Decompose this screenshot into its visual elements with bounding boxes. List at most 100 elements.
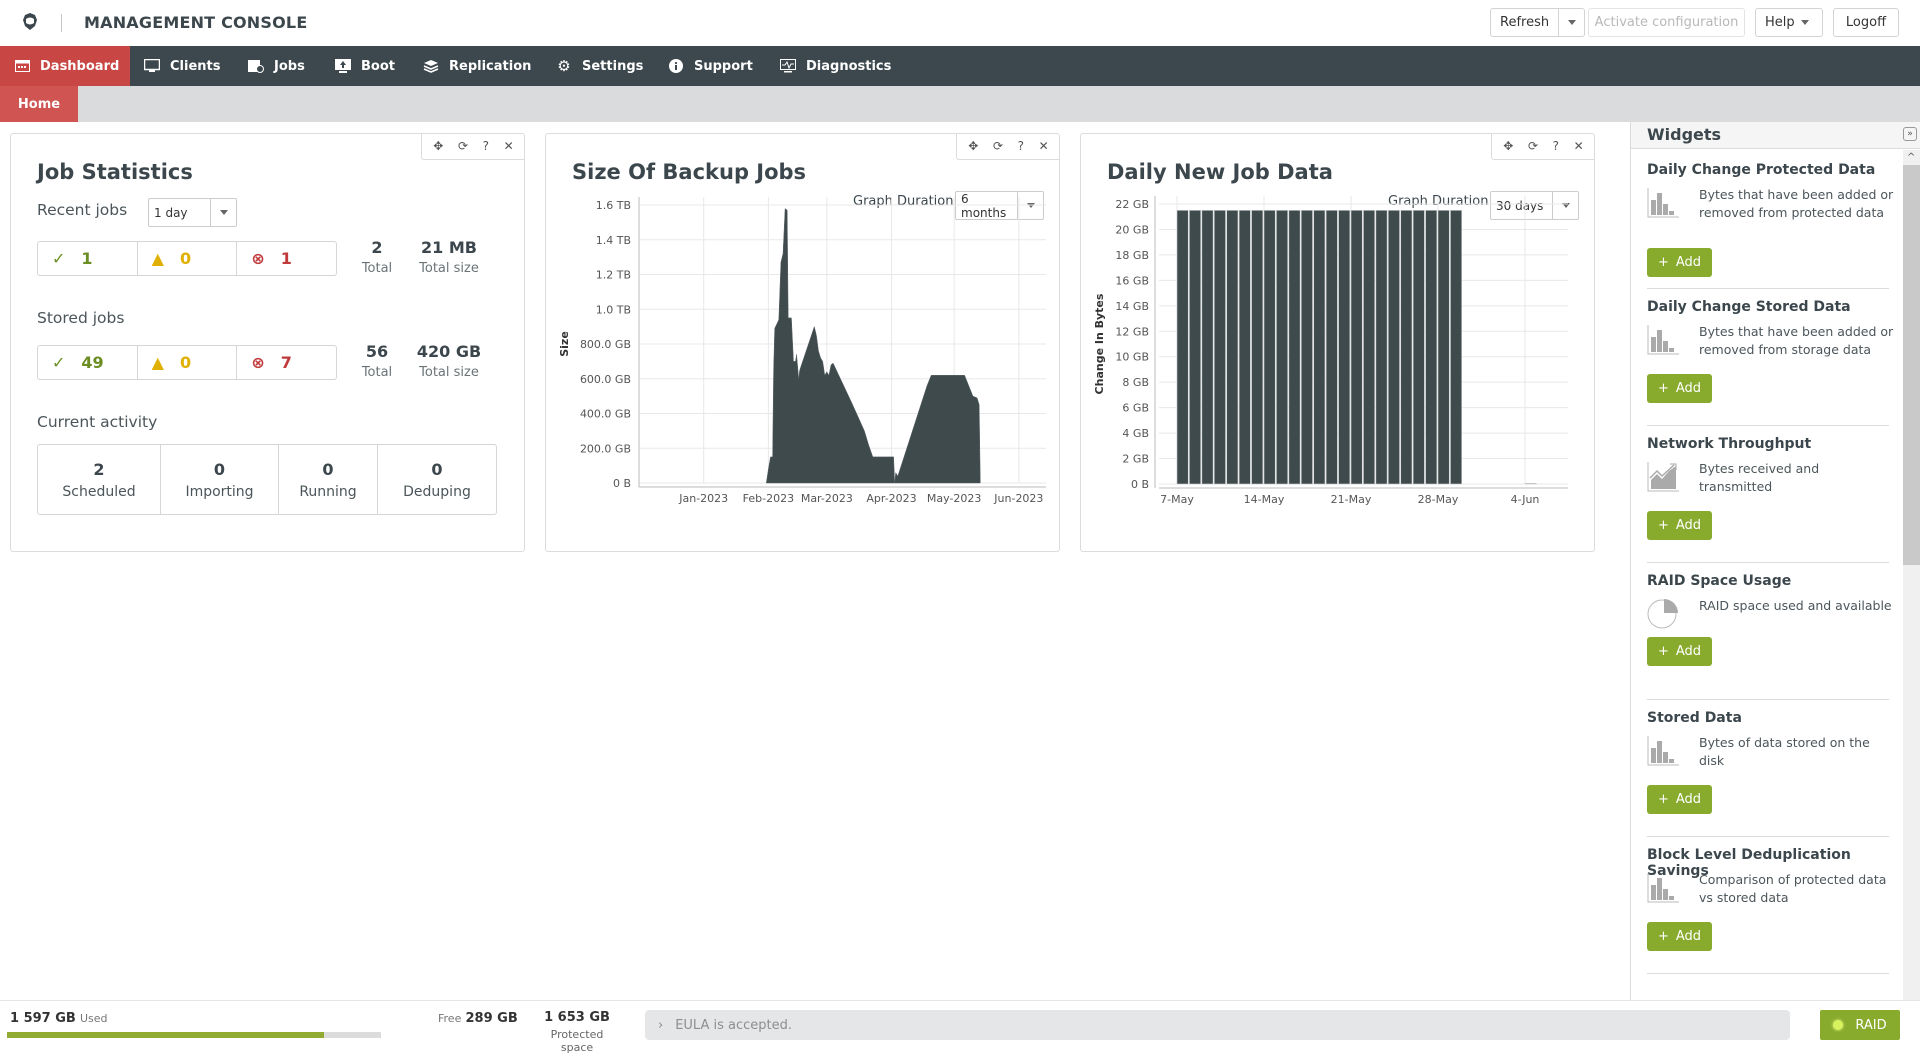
y-tick-label: 0 B xyxy=(1131,478,1149,491)
x-tick-label: Feb-2023 xyxy=(743,492,794,505)
nav-jobs[interactable]: Jobs xyxy=(234,46,305,86)
top-header: MANAGEMENT CONSOLE Refresh Activate conf… xyxy=(0,0,1920,46)
current-activity-box: 2 Scheduled 0 Importing 0 Running 0 Deduping xyxy=(37,444,497,515)
collapse-sidebar-button[interactable]: » xyxy=(1903,127,1917,141)
plus-icon: + xyxy=(1657,929,1669,944)
bar xyxy=(1238,210,1251,485)
bar xyxy=(1288,210,1301,485)
add-widget-button[interactable]: + Add xyxy=(1647,637,1712,666)
nav-label: Settings xyxy=(582,58,644,74)
nav-clients[interactable]: Clients xyxy=(130,46,220,86)
widgets-header: Widgets » xyxy=(1631,122,1920,149)
y-tick-label: 12 GB xyxy=(1115,325,1149,338)
recent-success-count[interactable]: ✓ 1 xyxy=(38,242,138,275)
move-icon[interactable]: ✥ xyxy=(433,139,443,153)
refresh-button[interactable]: Refresh xyxy=(1490,8,1586,37)
widget-description: Bytes that have been added or removed fr… xyxy=(1699,187,1894,220)
area-series xyxy=(766,207,981,484)
nav-label: Support xyxy=(694,58,753,74)
y-tick-label: 2 GB xyxy=(1122,453,1149,466)
help-button[interactable]: Help xyxy=(1755,8,1823,37)
y-tick-label: 600.0 GB xyxy=(580,373,631,386)
plus-icon: + xyxy=(1657,644,1669,659)
nav-boot[interactable]: Boot xyxy=(321,46,395,86)
nav-label: Diagnostics xyxy=(806,58,892,74)
bar xyxy=(1524,483,1537,485)
bar-chart-icon xyxy=(1647,323,1679,355)
raid-status-indicator-icon xyxy=(1833,1020,1844,1030)
divider xyxy=(1647,425,1889,426)
recent-error-count[interactable]: ⊗ 1 xyxy=(237,242,336,275)
bar xyxy=(1425,210,1438,485)
check-icon: ✓ xyxy=(52,249,66,268)
divider xyxy=(1647,562,1889,563)
y-tick-label: 8 GB xyxy=(1122,376,1149,389)
nav-settings[interactable]: ⚙ Settings xyxy=(542,46,643,86)
recent-period-value: 1 day xyxy=(154,205,188,220)
add-widget-button[interactable]: + Add xyxy=(1647,922,1712,951)
widget-name: Stored Data xyxy=(1647,710,1742,726)
recent-jobs-status: ✓ 1 ▲ 0 ⊗ 1 xyxy=(37,241,337,276)
nav-diagnostics[interactable]: Diagnostics xyxy=(766,46,891,86)
nav-label: Jobs xyxy=(274,58,305,74)
y-tick-label: 1.2 TB xyxy=(596,269,631,282)
status-message-bar[interactable]: › EULA is accepted. xyxy=(645,1010,1790,1040)
recent-total-size: 21 MB Total size xyxy=(419,238,479,276)
recent-period-select[interactable]: 1 day xyxy=(148,198,237,227)
raid-label: RAID xyxy=(1855,1017,1887,1033)
stored-success-count[interactable]: ✓ 49 xyxy=(38,346,138,379)
nav-replication[interactable]: Replication xyxy=(409,46,531,86)
add-widget-button[interactable]: + Add xyxy=(1647,374,1712,403)
bar xyxy=(1437,210,1450,485)
add-widget-button[interactable]: + Add xyxy=(1647,785,1712,814)
widget-item: Daily Change Stored Data Bytes that have … xyxy=(1647,299,1893,426)
bar xyxy=(1388,210,1400,485)
y-tick-label: 22 GB xyxy=(1115,198,1149,211)
recent-warning-count[interactable]: ▲ 0 xyxy=(138,242,238,275)
scrollbar-thumb[interactable] xyxy=(1903,165,1920,565)
info-icon xyxy=(668,59,684,73)
nav-support[interactable]: Support xyxy=(654,46,753,86)
y-tick-label: 18 GB xyxy=(1115,249,1149,262)
check-icon: ✓ xyxy=(52,353,66,372)
bar xyxy=(1189,210,1201,485)
widgets-scrollbar[interactable]: ^ xyxy=(1903,150,1920,1000)
add-widget-button[interactable]: + Add xyxy=(1647,511,1712,540)
nav-label: Dashboard xyxy=(40,58,120,74)
help-icon[interactable]: ? xyxy=(483,139,489,153)
refresh-label[interactable]: Refresh xyxy=(1491,15,1558,30)
tab-home[interactable]: Home xyxy=(0,86,78,122)
add-widget-button[interactable]: + Add xyxy=(1647,248,1712,277)
bar xyxy=(1263,210,1276,485)
logoff-button[interactable]: Logoff xyxy=(1833,8,1899,37)
bar xyxy=(1350,210,1363,485)
widget-item: Daily Change Protected Data Bytes that ha… xyxy=(1647,162,1893,289)
refresh-icon[interactable]: ⟳ xyxy=(458,139,468,153)
stored-error-count[interactable]: ⊗ 7 xyxy=(237,346,336,379)
activity-importing: 0 Importing xyxy=(161,445,279,514)
raid-status-button[interactable]: RAID xyxy=(1820,1010,1900,1040)
widget-item: Stored Data Bytes of data stored on the d… xyxy=(1647,710,1889,837)
nav-label: Replication xyxy=(449,58,532,74)
chevron-down-icon xyxy=(219,210,228,215)
nav-dashboard[interactable]: Dashboard xyxy=(0,46,130,86)
y-tick-label: 400.0 GB xyxy=(580,408,631,421)
bar xyxy=(1276,210,1288,485)
bar xyxy=(1450,210,1462,485)
chevron-right-icon: › xyxy=(658,1017,664,1033)
close-icon[interactable]: ✕ xyxy=(504,139,514,153)
stored-total: 56 Total xyxy=(361,342,393,380)
x-tick-label: Mar-2023 xyxy=(801,492,853,505)
refresh-dropdown-toggle[interactable] xyxy=(1558,9,1584,36)
activity-running: 0 Running xyxy=(279,445,378,514)
activate-configuration-button[interactable]: Activate configuration xyxy=(1588,8,1745,37)
plus-icon: + xyxy=(1657,518,1669,533)
nav-label: Clients xyxy=(170,58,221,74)
warning-icon: ▲ xyxy=(151,353,164,372)
scroll-up-icon[interactable]: ^ xyxy=(1907,152,1915,163)
y-tick-label: 0 B xyxy=(613,477,631,490)
bar-chart-icon xyxy=(1647,186,1679,218)
stored-warning-count[interactable]: ▲ 0 xyxy=(138,346,238,379)
x-tick-label: 21-May xyxy=(1331,493,1372,506)
app-logo-icon xyxy=(23,13,37,30)
